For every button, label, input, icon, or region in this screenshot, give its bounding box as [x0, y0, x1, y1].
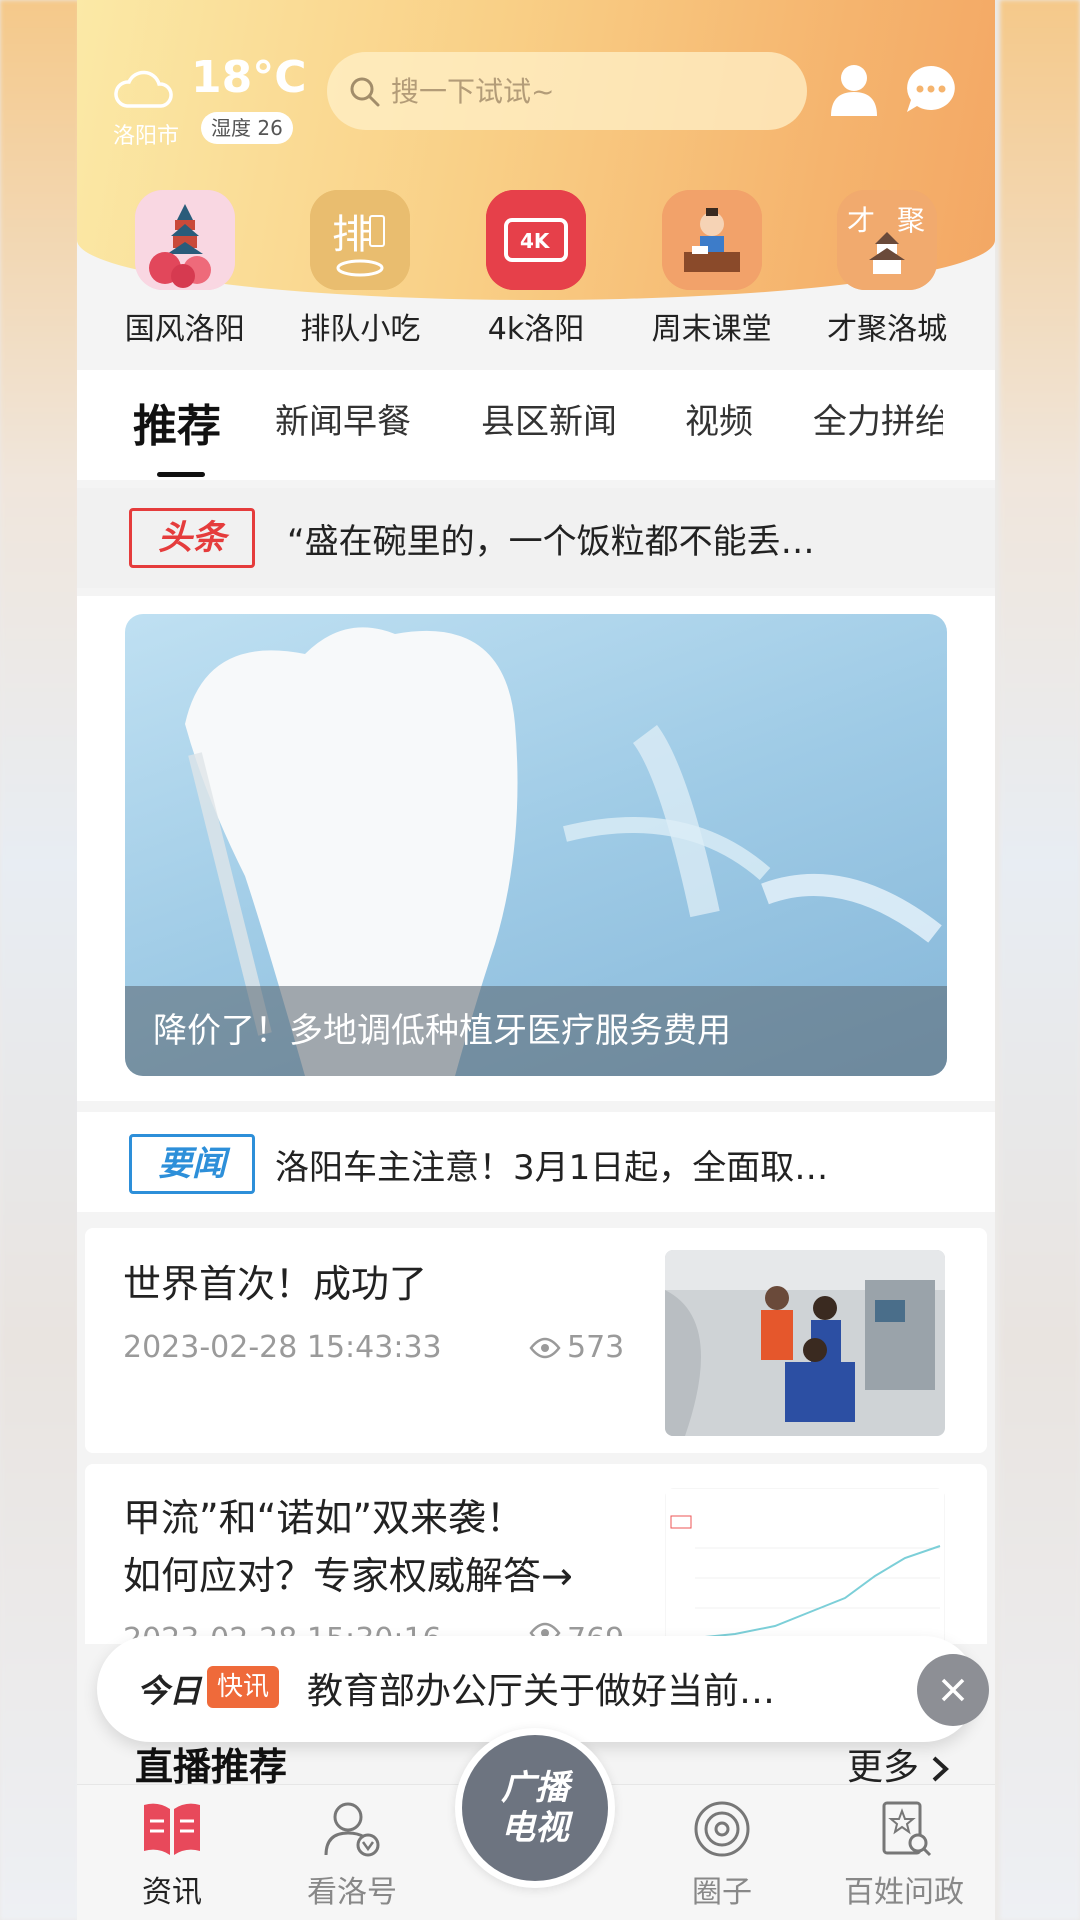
important-news-tag: 要闻 — [129, 1134, 255, 1194]
cloud-icon — [114, 70, 173, 108]
talent-pagoda-icon: 才 聚 — [837, 190, 938, 290]
feature-image: 降价了！多地调低种植牙医疗服务费用 — [125, 614, 947, 1076]
news-thumbnail — [665, 1488, 945, 1644]
broadcast-label: 广播 — [501, 1768, 569, 1808]
news-title: 世界首次！成功了 — [123, 1262, 428, 1306]
broadcast-tv-button[interactable]: 广播 电视 — [455, 1728, 615, 1888]
feature-card[interactable]: 降价了！多地调低种植牙医疗服务费用 — [77, 596, 995, 1101]
pagoda-peony-icon — [134, 190, 235, 290]
top-bar: 18°C 洛阳市 湿度 26 — [77, 40, 995, 150]
headline-tag: 头条 — [129, 508, 255, 568]
news-title-line-1: 甲流”和“诺如”双来袭！ — [123, 1496, 525, 1540]
flash-text: 教育部办公厅关于做好当前疫情… — [307, 1671, 797, 1712]
background-blur-right — [1000, 0, 1080, 1920]
classroom-icon — [661, 190, 762, 290]
document-search-icon — [882, 1801, 932, 1857]
shortcut-caiju-luocheng[interactable]: 才 聚 才聚洛城 — [807, 190, 967, 350]
shortcut-label: 周末课堂 — [651, 312, 772, 347]
chevron-right-icon — [933, 1756, 950, 1782]
person-badge-icon — [324, 1802, 380, 1857]
nav-label: 圈子 — [692, 1875, 752, 1910]
nav-item-news[interactable]: 资讯 — [97, 1799, 247, 1911]
4k-icon: 4K — [485, 190, 586, 290]
flash-badge: 快讯 — [207, 1666, 280, 1708]
news-item[interactable]: 甲流”和“诺如”双来袭！ 如何应对？专家权威解答→ 2023-02-28 15:… — [85, 1464, 987, 1644]
live-more-link[interactable]: 更多 — [847, 1738, 950, 1790]
weather-widget[interactable]: 18°C 洛阳市 湿度 26 — [113, 50, 307, 150]
nav-item-kanluohao[interactable]: 看洛号 — [277, 1799, 427, 1911]
city-name: 洛阳市 — [113, 124, 180, 149]
search-icon — [350, 77, 380, 107]
shortcut-4k-luoyang[interactable]: 4K 4k洛阳 — [456, 190, 616, 350]
svg-text:聚: 聚 — [897, 204, 925, 237]
app-screen: 18°C 洛阳市 湿度 26 搜一下试试~ 国风洛阳 排 排队小吃 4K 4k洛… — [77, 0, 995, 1920]
search-input[interactable] — [391, 66, 781, 116]
category-tabs: 推荐 新闻早餐 县区新闻 视频 全力拼绐 — [77, 370, 995, 480]
tv-label: 电视 — [501, 1808, 569, 1848]
news-book-icon — [144, 1803, 200, 1855]
shortcut-zhoumo-ketang[interactable]: 周末课堂 — [632, 190, 792, 350]
flash-close-button[interactable] — [917, 1654, 989, 1726]
important-news-ticker[interactable]: 要闻 洛阳车主注意！3月1日起，全面取… — [77, 1112, 995, 1212]
user-icon[interactable] — [829, 62, 879, 118]
background-blur-left — [0, 0, 80, 1920]
tab-county-news[interactable]: 县区新闻 — [481, 394, 617, 443]
nav-label: 资讯 — [142, 1875, 202, 1910]
search-bar[interactable] — [327, 52, 807, 130]
shortcut-label: 才聚洛城 — [827, 312, 948, 347]
tab-full-effort[interactable]: 全力拼绐 — [813, 394, 943, 443]
tab-news-breakfast[interactable]: 新闻早餐 — [275, 394, 411, 443]
broadcast-tv-badge: 广播 电视 — [462, 1735, 608, 1881]
tab-recommend[interactable]: 推荐 — [133, 390, 221, 454]
snack-icon: 排 — [310, 190, 411, 290]
temperature: 18°C — [191, 52, 307, 103]
shortcut-paidui-xiaochi[interactable]: 排 排队小吃 — [280, 190, 440, 350]
view-count: 573 — [529, 1330, 624, 1365]
svg-text:才: 才 — [847, 204, 875, 237]
trend-chart-thumbnail — [665, 1488, 945, 1644]
space-station-photo — [665, 1250, 945, 1436]
nav-label: 看洛号 — [307, 1875, 397, 1910]
svg-text:4K: 4K — [520, 229, 551, 253]
important-news-text: 洛阳车主注意！3月1日起，全面取… — [275, 1148, 829, 1188]
news-time: 2023-02-28 15:43:33 — [123, 1330, 442, 1365]
shortcut-grid: 国风洛阳 排 排队小吃 4K 4k洛阳 周末课堂 才 聚 才聚洛城 — [77, 190, 995, 350]
live-section-title: 直播推荐 — [135, 1745, 288, 1789]
close-icon — [941, 1678, 965, 1702]
tab-active-indicator — [157, 472, 205, 477]
news-title-line-2: 如何应对？专家权威解答→ — [123, 1554, 573, 1598]
headline-ticker[interactable]: 头条 “盛在碗里的，一个饭粒都不能丢… — [77, 488, 995, 588]
shortcut-guofeng-luoyang[interactable]: 国风洛阳 — [105, 190, 265, 350]
shortcut-label: 排队小吃 — [300, 312, 421, 347]
humidity-badge: 湿度 26 — [201, 112, 293, 144]
flash-news-bar[interactable]: 今日 快讯 教育部办公厅关于做好当前疫情… — [97, 1636, 977, 1742]
more-label: 更多 — [847, 1747, 920, 1788]
chat-icon[interactable] — [903, 62, 959, 118]
circle-spiral-icon — [694, 1801, 750, 1857]
flash-logo: 今日 — [137, 1672, 202, 1710]
view-count-value: 573 — [567, 1330, 625, 1365]
shortcut-label: 国风洛阳 — [124, 312, 245, 347]
news-item[interactable]: 世界首次！成功了 2023-02-28 15:43:33 573 — [85, 1228, 987, 1453]
tab-video[interactable]: 视频 — [685, 394, 753, 443]
nav-item-circle[interactable]: 圈子 — [647, 1799, 797, 1911]
headline-text: “盛在碗里的，一个饭粒都不能丢… — [287, 522, 815, 562]
svg-text:排: 排 — [332, 212, 372, 258]
nav-label: 百姓问政 — [844, 1875, 964, 1910]
shortcut-label: 4k洛阳 — [487, 312, 585, 347]
nav-item-public-inquiry[interactable]: 百姓问政 — [829, 1799, 979, 1911]
eye-icon — [529, 1337, 561, 1358]
news-thumbnail — [665, 1250, 945, 1436]
feature-caption: 降价了！多地调低种植牙医疗服务费用 — [125, 986, 947, 1076]
